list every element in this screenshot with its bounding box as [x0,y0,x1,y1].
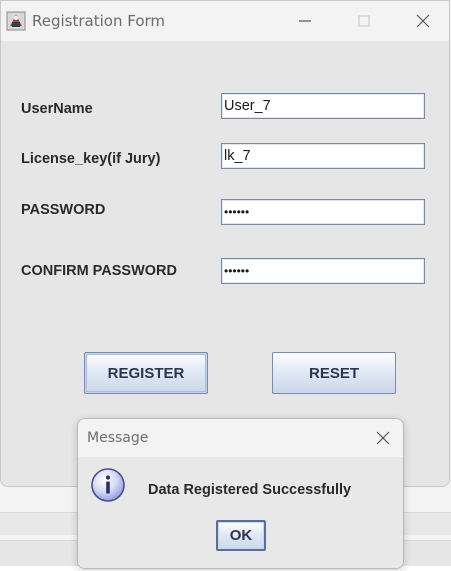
window-title: Registration Form [32,12,166,30]
minimize-icon [299,20,311,22]
confirm-password-input[interactable] [221,258,425,284]
dialog-title: Message [87,430,149,446]
maximize-icon [358,15,370,27]
register-button[interactable]: REGISTER [84,352,208,394]
reset-button[interactable]: RESET [272,352,396,394]
username-input[interactable] [221,93,425,119]
username-label: UserName [21,101,93,117]
info-icon [91,468,125,502]
dialog-titlebar[interactable]: Message [78,419,403,457]
window-titlebar[interactable]: Registration Form [1,1,449,41]
registration-window: Registration Form UserName License_key(i… [0,0,450,487]
dialog-message: Data Registered Successfully [148,482,352,498]
password-input[interactable] [221,199,425,225]
password-label: PASSWORD [21,202,106,218]
message-dialog: Message Data Registered Successfully OK [77,418,404,569]
license-key-label: License_key(if Jury) [21,151,161,167]
close-icon [416,14,430,28]
minimize-button[interactable] [292,9,318,33]
ok-button[interactable]: OK [216,520,266,551]
maximize-button[interactable] [351,9,377,33]
license-key-input[interactable] [221,143,425,169]
confirm-password-label: CONFIRM PASSWORD [21,263,178,279]
dialog-close-button[interactable] [372,427,394,449]
java-app-icon [6,11,26,31]
dialog-body: Data Registered Successfully OK [78,457,403,568]
close-button[interactable] [410,9,436,33]
close-icon [376,431,390,445]
